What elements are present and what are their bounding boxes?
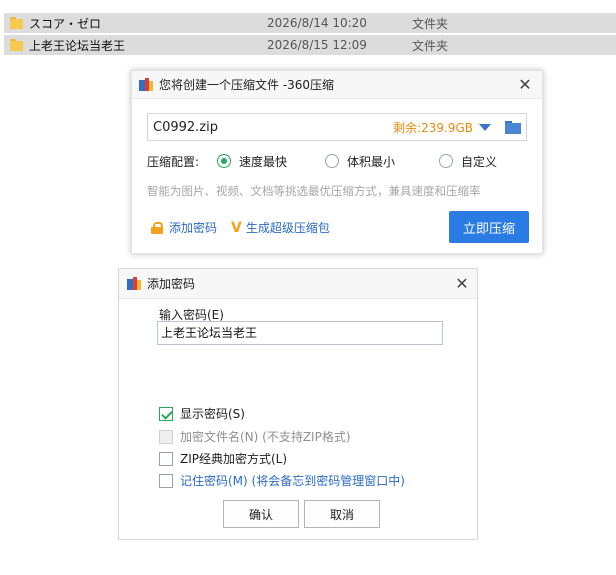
checkbox-checked-icon[interactable] [159,406,173,421]
radio-icon[interactable] [439,154,453,168]
password-dialog-title: 添加密码 [147,277,196,291]
compress-dialog: 您将创建一个压缩文件 -360压缩 ✕ C0992.zip 剩余:239.9GB… [131,70,543,254]
archive-filename[interactable]: C0992.zip [153,120,393,135]
browse-folder-icon[interactable] [505,120,521,134]
confirm-button[interactable]: 确认 [223,500,299,528]
add-password-dialog: 添加密码 ✕ 输入密码(E) 上老王论坛当老王 显示密码(S) 加密文件名(N)… [118,268,478,540]
config-label: 压缩配置: [147,154,200,169]
compress-hint: 智能为图片、视频、文档等挑选最优压缩方式，兼具速度和压缩率 [147,184,481,198]
file-type: 文件夹 [412,16,449,31]
encrypt-filename-option: 加密文件名(N) (不支持ZIP格式) [159,428,351,445]
close-icon[interactable]: ✕ [516,76,534,94]
archive-path-field[interactable]: C0992.zip 剩余:239.9GB [147,113,527,141]
file-date: 2026/8/14 10:20 [267,16,367,30]
radio-label: 自定义 [461,154,498,169]
file-date: 2026/8/15 12:09 [267,38,367,52]
radio-size-smallest[interactable]: 体积最小 [325,153,395,170]
file-row[interactable]: 上老王论坛当老王 2026/8/15 12:09 文件夹 [4,35,616,55]
super-zip-label: 生成超级压缩包 [245,221,330,235]
radio-label: 速度最快 [239,154,288,169]
compress-actions: 添加密码 V 生成超级压缩包 立即压缩 [147,211,529,243]
add-password-link[interactable]: 添加密码 [151,219,217,236]
radio-selected-icon[interactable] [217,154,231,168]
checkbox-icon[interactable] [159,473,173,488]
zip-classic-encryption-option[interactable]: ZIP经典加密方式(L) [159,450,287,467]
lock-icon [151,221,163,234]
radio-label: 体积最小 [347,154,396,169]
free-space-label: 剩余:239.9GB [393,120,473,135]
zip-classic-encryption-label: ZIP经典加密方式(L) [180,452,288,466]
vip-v-icon: V [231,219,242,236]
show-password-option[interactable]: 显示密码(S) [159,405,245,422]
encrypt-filename-label: 加密文件名(N) (不支持ZIP格式) [180,430,351,444]
compress-config-row: 压缩配置: 速度最快 体积最小 自定义 [147,152,527,170]
file-type: 文件夹 [412,38,449,53]
cancel-button[interactable]: 取消 [304,500,380,528]
add-password-label: 添加密码 [169,221,218,235]
password-input[interactable]: 上老王论坛当老王 [157,321,443,345]
compress-now-button[interactable]: 立即压缩 [449,211,529,243]
checkbox-icon[interactable] [159,451,173,466]
folder-icon [10,17,23,29]
show-password-label: 显示密码(S) [180,407,245,421]
checkbox-disabled-icon [159,429,173,444]
file-name: スコア・ゼロ [29,16,102,31]
super-zip-link[interactable]: V 生成超级压缩包 [231,219,330,236]
radio-icon[interactable] [325,154,339,168]
radio-speed-fastest[interactable]: 速度最快 [217,153,287,170]
compress-dialog-title-bar[interactable]: 您将创建一个压缩文件 -360压缩 [132,71,542,99]
file-row[interactable]: スコア・ゼロ 2026/8/14 10:20 文件夹 [4,13,616,33]
password-dialog-title-bar[interactable]: 添加密码 [119,269,477,299]
remember-password-option[interactable]: 记住密码(M) (将会备忘到密码管理窗口中) [159,472,405,489]
chevron-down-icon[interactable] [479,123,491,131]
remember-password-label: 记住密码(M) (将会备忘到密码管理窗口中) [180,474,405,488]
app-logo-icon [127,276,141,291]
compress-dialog-title: 您将创建一个压缩文件 -360压缩 [159,78,335,92]
app-logo-icon [139,77,153,92]
file-name: 上老王论坛当老王 [29,38,126,53]
folder-icon [10,39,23,51]
radio-custom[interactable]: 自定义 [439,153,497,170]
close-icon[interactable]: ✕ [453,275,471,293]
